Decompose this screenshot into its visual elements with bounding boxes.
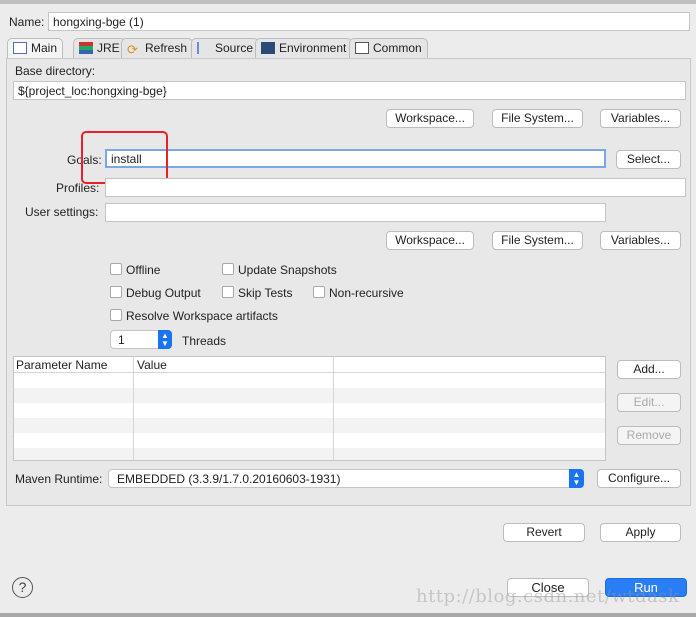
user-settings-label: User settings: xyxy=(25,205,99,219)
environment-icon xyxy=(261,42,275,54)
file-system-button-2[interactable]: File System... xyxy=(492,231,583,250)
bottom-border xyxy=(0,613,696,617)
offline-checkbox[interactable] xyxy=(110,263,122,275)
tab-source[interactable]: Source xyxy=(191,38,260,58)
threads-value: 1 xyxy=(118,333,125,347)
update-snapshots-label: Update Snapshots xyxy=(238,263,337,277)
base-directory-input[interactable]: ${project_loc:hongxing-bge} xyxy=(13,81,686,100)
resolve-workspace-checkbox[interactable] xyxy=(110,309,122,321)
stepper-arrows-icon[interactable]: ▲ ▼ xyxy=(158,330,172,349)
debug-output-checkbox[interactable] xyxy=(110,286,122,298)
column-header-parameter-name[interactable]: Parameter Name xyxy=(16,358,107,372)
remove-button[interactable]: Remove xyxy=(617,426,681,445)
variables-button[interactable]: Variables... xyxy=(600,109,681,128)
non-recursive-label: Non-recursive xyxy=(329,286,404,300)
profiles-label: Profiles: xyxy=(56,181,100,195)
skip-tests-checkbox[interactable] xyxy=(222,286,234,298)
revert-button[interactable]: Revert xyxy=(503,523,585,542)
maven-runtime-label: Maven Runtime: xyxy=(15,472,103,486)
top-border xyxy=(0,0,696,4)
tab-common[interactable]: Common xyxy=(349,38,428,58)
watermark: http://blog.csdn.net/wtdask xyxy=(416,586,680,607)
maven-runtime-value: EMBEDDED (3.3.9/1.7.0.20160603-1931) xyxy=(117,472,341,486)
tab-main[interactable]: Main xyxy=(7,38,64,59)
source-icon xyxy=(197,42,211,54)
name-input[interactable]: hongxing-bge (1) xyxy=(48,12,690,31)
column-header-value[interactable]: Value xyxy=(137,358,167,372)
threads-stepper[interactable]: 1 ▲ ▼ xyxy=(110,330,172,349)
common-icon xyxy=(355,42,369,54)
workspace-button[interactable]: Workspace... xyxy=(386,109,474,128)
user-settings-input[interactable] xyxy=(105,203,606,222)
threads-label: Threads xyxy=(182,334,227,348)
configure-button[interactable]: Configure... xyxy=(597,469,681,488)
variables-button-2[interactable]: Variables... xyxy=(600,231,681,250)
update-snapshots-checkbox[interactable] xyxy=(222,263,234,275)
tab-jre[interactable]: JRE xyxy=(73,38,126,58)
debug-output-label: Debug Output xyxy=(126,286,201,300)
help-icon[interactable]: ? xyxy=(12,577,33,598)
profiles-input[interactable] xyxy=(105,178,686,197)
name-label: Name: xyxy=(9,15,45,29)
main-icon xyxy=(13,42,27,54)
select-button[interactable]: Select... xyxy=(616,150,681,169)
apply-button[interactable]: Apply xyxy=(600,523,681,542)
add-button[interactable]: Add... xyxy=(617,360,681,379)
skip-tests-label: Skip Tests xyxy=(238,286,293,300)
maven-runtime-select[interactable]: EMBEDDED (3.3.9/1.7.0.20160603-1931) ▲ ▼ xyxy=(108,469,584,488)
tab-refresh[interactable]: ⟳ Refresh xyxy=(121,38,194,58)
parameters-table[interactable]: Parameter Name Value xyxy=(13,356,606,461)
jre-icon xyxy=(79,42,93,54)
file-system-button[interactable]: File System... xyxy=(492,109,583,128)
goals-input[interactable]: install xyxy=(105,149,606,168)
non-recursive-checkbox[interactable] xyxy=(313,286,325,298)
workspace-button-2[interactable]: Workspace... xyxy=(386,231,474,250)
edit-button[interactable]: Edit... xyxy=(617,393,681,412)
highlight-box xyxy=(81,131,168,184)
base-directory-label: Base directory: xyxy=(15,64,96,78)
chevron-updown-icon: ▲ ▼ xyxy=(569,469,584,488)
offline-label: Offline xyxy=(126,263,161,277)
refresh-icon: ⟳ xyxy=(127,42,138,57)
resolve-workspace-label: Resolve Workspace artifacts xyxy=(126,309,278,323)
tab-environment[interactable]: Environment xyxy=(255,38,353,58)
